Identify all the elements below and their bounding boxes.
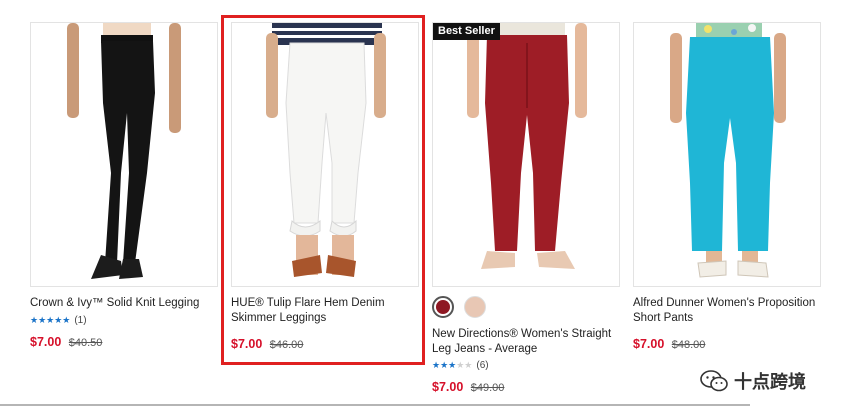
star-rating-icon: ★★★★★ bbox=[30, 314, 71, 325]
product-title[interactable]: Alfred Dunner Women's Proposition Short … bbox=[633, 296, 821, 325]
product-price: $7.00 $48.00 bbox=[633, 337, 821, 351]
sale-price: $7.00 bbox=[432, 380, 464, 394]
product-title[interactable]: HUE® Tulip Flare Hem Denim Skimmer Leggi… bbox=[231, 296, 419, 325]
original-price: $46.00 bbox=[269, 339, 304, 351]
original-price: $48.00 bbox=[671, 339, 706, 351]
product-title[interactable]: New Directions® Women's Straight Leg Jea… bbox=[432, 327, 620, 356]
sale-price: $7.00 bbox=[231, 337, 263, 351]
product-image[interactable] bbox=[231, 22, 419, 287]
product-image[interactable]: Best Seller bbox=[432, 22, 620, 287]
watermark-text: 十点跨境 bbox=[734, 372, 806, 392]
review-count[interactable]: (1) bbox=[74, 315, 86, 326]
review-count[interactable]: (6) bbox=[476, 360, 488, 371]
sale-price: $7.00 bbox=[633, 337, 665, 351]
best-seller-badge: Best Seller bbox=[433, 23, 500, 40]
product-price: $7.00 $49.00 bbox=[432, 380, 620, 394]
product-card[interactable]: HUE® Tulip Flare Hem Denim Skimmer Leggi… bbox=[231, 22, 419, 351]
product-image[interactable] bbox=[633, 22, 821, 287]
product-rating: ★★★★★ (1) bbox=[30, 315, 218, 326]
wechat-icon bbox=[700, 370, 728, 392]
sale-price: $7.00 bbox=[30, 334, 62, 349]
product-price: $7.00 $40.50 bbox=[30, 335, 218, 349]
product-photo-icon bbox=[670, 23, 786, 278]
product-photo-icon bbox=[467, 23, 587, 269]
color-swatch[interactable] bbox=[464, 296, 486, 318]
color-dot-icon bbox=[436, 300, 450, 314]
product-rating: ★★★★★ (6) bbox=[432, 360, 620, 371]
color-swatches bbox=[432, 296, 620, 318]
color-swatch-selected[interactable] bbox=[432, 296, 454, 318]
divider bbox=[0, 404, 750, 406]
product-photo-icon bbox=[266, 23, 386, 277]
product-title[interactable]: Crown & Ivy™ Solid Knit Legging bbox=[30, 296, 218, 311]
original-price: $49.00 bbox=[470, 382, 505, 394]
product-photo-icon bbox=[67, 23, 181, 279]
product-image[interactable] bbox=[30, 22, 218, 287]
star-rating-icon: ★★★★★ bbox=[432, 360, 473, 370]
product-price: $7.00 $46.00 bbox=[231, 337, 419, 351]
product-card[interactable]: Crown & Ivy™ Solid Knit Legging ★★★★★ (1… bbox=[30, 22, 218, 349]
original-price: $40.50 bbox=[68, 336, 103, 349]
product-card[interactable]: Best Seller New Directions® Women's Stra… bbox=[432, 22, 620, 394]
watermark: 十点跨境 bbox=[700, 368, 806, 394]
product-card[interactable]: Alfred Dunner Women's Proposition Short … bbox=[633, 22, 821, 351]
